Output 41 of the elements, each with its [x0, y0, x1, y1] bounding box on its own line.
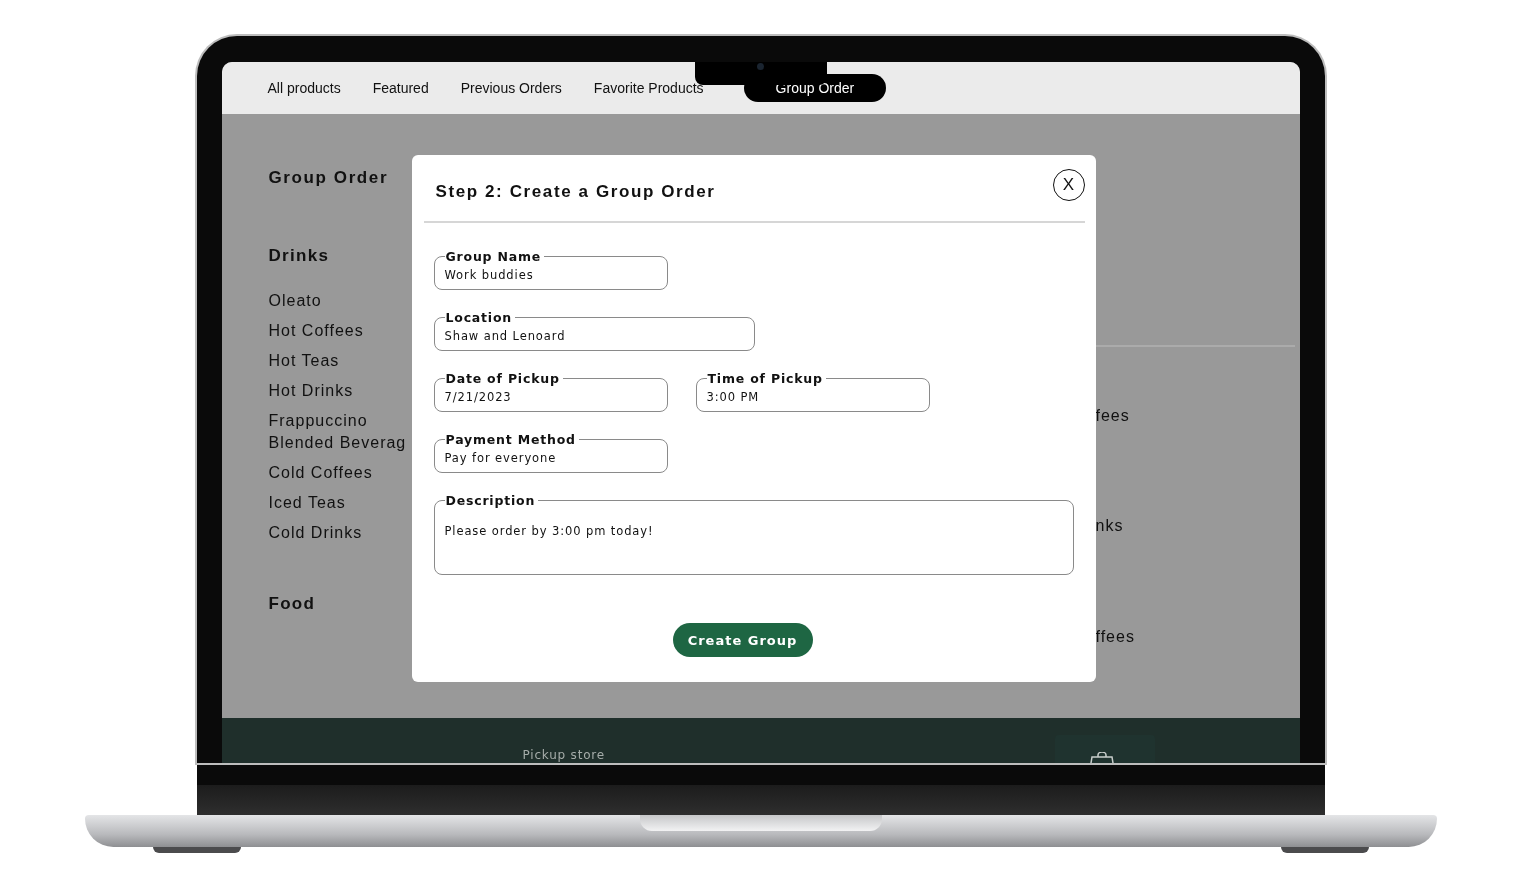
sidebar-title: Group Order	[268, 168, 390, 188]
sidebar-item[interactable]: Hot Coffees	[268, 320, 364, 342]
section-heading: Food	[268, 594, 317, 614]
field-value: Shaw and Lenoard	[444, 328, 567, 345]
sidebar-item[interactable]: Cold Drinks	[268, 522, 363, 544]
section-heading: Drinks	[268, 246, 331, 266]
bag-icon	[1089, 752, 1114, 763]
nav-tab[interactable]: Favorite Products	[593, 75, 704, 101]
category-label: fees	[1095, 407, 1131, 425]
text-field[interactable]: Location Shaw and Lenoard	[433, 310, 755, 351]
field-value: Work buddies	[444, 267, 535, 284]
create-group-button[interactable]: Create Group	[672, 623, 813, 657]
field-label: Date of Pickup	[444, 371, 561, 386]
text-area[interactable]: Description Please order by 3:00 pm today!	[433, 493, 1074, 575]
bag-button[interactable]	[1054, 735, 1155, 763]
field-value: Pay for everyone	[444, 450, 558, 467]
text-field[interactable]: Time of Pickup 3:00 PM	[695, 371, 930, 412]
field-label: Description	[444, 493, 537, 508]
field-label: Time of Pickup	[706, 371, 824, 386]
close-button[interactable]: X	[1052, 169, 1085, 201]
nav-tab[interactable]: Featured	[372, 75, 429, 101]
nav-tab[interactable]: Previous Orders	[460, 75, 562, 101]
sidebar-item[interactable]: Hot Teas	[268, 350, 340, 372]
sidebar-item[interactable]: Iced Teas	[268, 492, 346, 514]
field-value: 3:00 PM	[706, 389, 761, 406]
dialog-title: Step 2: Create a Group Order	[435, 182, 716, 202]
field-label: Group Name	[444, 249, 543, 264]
sidebar-item[interactable]: Cold Coffees	[268, 462, 373, 484]
field-value: Please order by 3:00 pm today!	[444, 523, 655, 540]
field-value: 7/21/2023	[444, 389, 513, 406]
category-label: ffees	[1095, 628, 1136, 646]
text-field[interactable]: Date of Pickup 7/21/2023	[433, 371, 668, 412]
field-label: Payment Method	[444, 432, 577, 447]
sidebar-item[interactable]: Hot Drinks	[268, 380, 354, 402]
sidebar-item[interactable]: Oleato	[268, 290, 322, 312]
pickup-store-label: Pickup store	[522, 748, 605, 762]
text-field[interactable]: Payment Method Pay for everyone	[433, 432, 668, 473]
category-label: nks	[1095, 517, 1125, 535]
field-label: Location	[444, 310, 514, 325]
nav-tab[interactable]: All products	[267, 75, 341, 101]
text-field[interactable]: Group Name Work buddies	[433, 249, 668, 290]
